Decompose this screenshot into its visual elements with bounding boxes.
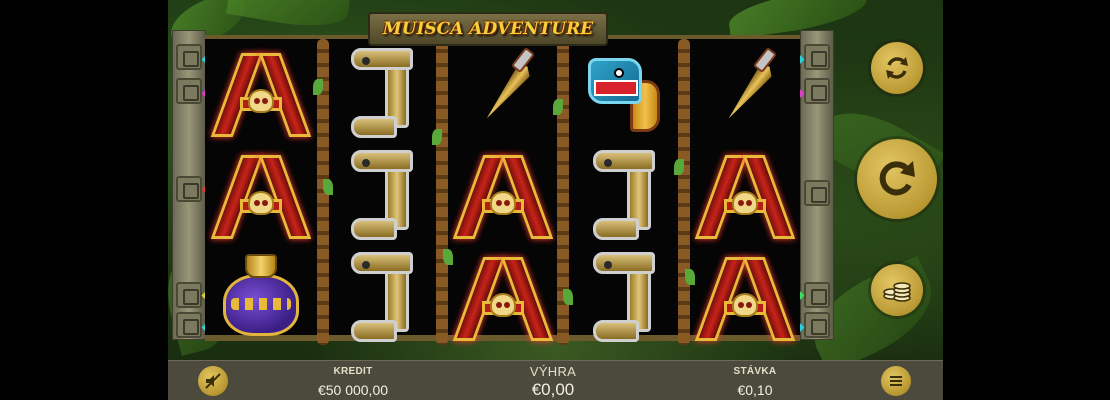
glyph-block — [176, 44, 202, 70]
glyph-block — [804, 78, 830, 104]
sound-toggle-button[interactable] — [198, 366, 228, 396]
vine-leaf — [563, 289, 573, 305]
vine-leaf — [553, 99, 563, 115]
credit-label: KREDIT — [333, 366, 373, 377]
reel-2-row-2-symbol-j — [332, 145, 432, 245]
vine-leaf — [674, 159, 684, 175]
reel-4-row-1-symbol-serpent — [574, 43, 674, 143]
glyph-block — [176, 176, 202, 202]
glyph-block — [176, 312, 202, 338]
reel-3-row-2-symbol-a — [452, 145, 554, 245]
reel-2-row-3-symbol-j — [332, 247, 432, 347]
glyph-block — [804, 282, 830, 308]
spin-button[interactable] — [857, 139, 937, 219]
game-title: MUISCA ADVENTURE — [382, 19, 594, 39]
vine-leaf — [685, 269, 695, 285]
credit-value: €50 000,00 — [317, 382, 389, 398]
coins-icon — [883, 282, 911, 302]
bottom-status-bar: KREDIT €50 000,00 VÝHRA €0,00 STÁVKA €0,… — [168, 360, 943, 400]
win-value: €0,00 — [531, 380, 575, 399]
autoplay-button[interactable] — [871, 42, 923, 94]
reel-3-row-3-symbol-a — [452, 247, 554, 347]
bet-coins-button[interactable] — [871, 264, 923, 316]
menu-button[interactable] — [881, 366, 911, 396]
glyph-block — [804, 180, 830, 206]
bet-value: €0,10 — [737, 382, 773, 398]
sound-muted-icon — [205, 373, 221, 389]
reel-1-row-3-symbol-vase — [211, 247, 311, 347]
reel-1-row-1-symbol-a — [210, 43, 312, 143]
reel-5-row-3-symbol-a — [694, 247, 796, 347]
reel-5-row-1-symbol-dagger — [695, 43, 795, 143]
glyph-block — [804, 312, 830, 338]
reel-2-row-1-symbol-j — [332, 43, 432, 143]
vine-divider — [436, 39, 448, 345]
game-logo: MUISCA ADVENTURE — [368, 12, 608, 46]
vine-leaf — [443, 249, 453, 265]
autoplay-icon — [886, 57, 908, 79]
foliage-leaf — [726, 0, 870, 40]
foliage-leaf — [225, 0, 351, 35]
reel-4-row-3-symbol-j — [574, 247, 674, 347]
reel-1-row-2-symbol-a — [210, 145, 312, 245]
reel-5-row-2-symbol-a — [694, 145, 796, 245]
vine-divider — [678, 39, 690, 345]
glyph-block — [176, 282, 202, 308]
reels-window — [205, 35, 800, 345]
vine-leaf — [432, 129, 442, 145]
reel-3-row-1-symbol-dagger — [453, 43, 553, 143]
spin-icon — [879, 161, 915, 196]
bet-label: STÁVKA — [733, 366, 777, 377]
glyph-block — [804, 44, 830, 70]
menu-icon — [890, 376, 902, 386]
vine-leaf — [313, 79, 323, 95]
glyph-block — [176, 78, 202, 104]
reel-4-row-2-symbol-j — [574, 145, 674, 245]
win-label: VÝHRA — [529, 364, 577, 379]
